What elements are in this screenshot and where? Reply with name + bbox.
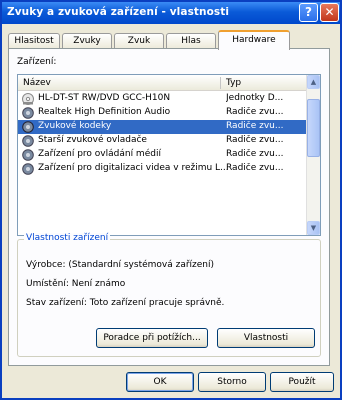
help-button[interactable]: ? bbox=[299, 3, 318, 22]
speaker-icon bbox=[22, 107, 34, 119]
cd-drive-icon bbox=[22, 93, 34, 105]
close-button[interactable]: ✕ bbox=[320, 3, 339, 22]
devices-label: Zařízení: bbox=[17, 57, 57, 67]
tab-zvuky[interactable]: Zvuky bbox=[62, 33, 112, 49]
cancel-button[interactable]: Storno bbox=[198, 372, 266, 392]
device-type: Řadiče zvu... bbox=[226, 163, 284, 173]
vertical-scrollbar[interactable]: ▲ ▼ bbox=[306, 75, 320, 235]
apply-button[interactable]: Použít bbox=[270, 372, 334, 392]
scroll-down-button[interactable]: ▼ bbox=[307, 221, 320, 235]
title-bar[interactable]: Zvuky a zvuková zařízení - vlastnosti ? … bbox=[2, 2, 340, 24]
list-item[interactable]: Zařízení pro ovládání médií Řadiče zvu..… bbox=[18, 148, 308, 162]
properties-button[interactable]: Vlastnosti bbox=[217, 328, 315, 348]
device-type: Řadiče zvu... bbox=[226, 149, 284, 159]
list-item-selected[interactable]: Zvukové kodeky Řadiče zvu... bbox=[18, 120, 308, 134]
device-status-text: Stav zařízení: Toto zařízení pracuje spr… bbox=[26, 298, 225, 308]
device-properties-group: Vlastnosti zařízení Výrobce: (Standardní… bbox=[17, 233, 321, 357]
device-properties-title: Vlastnosti zařízení bbox=[24, 233, 111, 243]
properties-window: Zvuky a zvuková zařízení - vlastnosti ? … bbox=[0, 0, 342, 400]
speaker-icon bbox=[22, 135, 34, 147]
device-type: Řadiče zvu... bbox=[226, 121, 284, 131]
speaker-icon bbox=[22, 149, 34, 161]
window-title: Zvuky a zvuková zařízení - vlastnosti bbox=[7, 6, 230, 18]
device-name: Zařízení pro ovládání médií bbox=[38, 149, 161, 159]
column-separator[interactable] bbox=[220, 77, 221, 89]
tab-zvuk[interactable]: Zvuk bbox=[114, 33, 164, 49]
column-name-header[interactable]: Název bbox=[23, 78, 51, 88]
device-type: Řadiče zvu... bbox=[226, 107, 284, 117]
column-type-header[interactable]: Typ bbox=[226, 78, 241, 88]
scroll-up-button[interactable]: ▲ bbox=[307, 75, 320, 89]
tab-hlas[interactable]: Hlas bbox=[166, 33, 216, 49]
ok-button[interactable]: OK bbox=[126, 372, 194, 392]
troubleshoot-button[interactable]: Poradce při potížích... bbox=[96, 328, 208, 348]
scroll-thumb[interactable] bbox=[307, 99, 320, 157]
device-name: Realtek High Definition Audio bbox=[38, 107, 171, 117]
device-type: Řadiče zvu... bbox=[226, 135, 284, 145]
devices-list[interactable]: Název Typ HL-DT-ST RW/DVD GCC-H10N Jedno… bbox=[17, 74, 321, 236]
speaker-icon bbox=[22, 121, 34, 133]
tab-hardware[interactable]: Hardware bbox=[218, 30, 290, 50]
hardware-panel: Zařízení: Název Typ HL-DT-ST RW/DVD GCC-… bbox=[8, 48, 330, 366]
location-text: Umístění: Není známo bbox=[26, 279, 126, 289]
tab-hlasitost[interactable]: Hlasitost bbox=[8, 33, 60, 49]
manufacturer-text: Výrobce: (Standardní systémová zařízení) bbox=[26, 260, 215, 270]
device-name: HL-DT-ST RW/DVD GCC-H10N bbox=[38, 93, 171, 103]
list-item[interactable]: Zařízení pro digitalizaci videa v režimu… bbox=[18, 162, 308, 176]
list-item[interactable]: HL-DT-ST RW/DVD GCC-H10N Jednotky D... bbox=[18, 92, 308, 106]
device-name: Zařízení pro digitalizaci videa v režimu… bbox=[38, 163, 229, 173]
list-header: Název Typ bbox=[18, 75, 308, 91]
speaker-icon bbox=[22, 163, 34, 175]
device-name: Zvukové kodeky bbox=[38, 121, 112, 131]
device-type: Jednotky D... bbox=[226, 93, 284, 103]
list-item[interactable]: Starší zvukové ovladače Řadiče zvu... bbox=[18, 134, 308, 148]
list-item[interactable]: Realtek High Definition Audio Řadiče zvu… bbox=[18, 106, 308, 120]
device-name: Starší zvukové ovladače bbox=[38, 135, 147, 145]
